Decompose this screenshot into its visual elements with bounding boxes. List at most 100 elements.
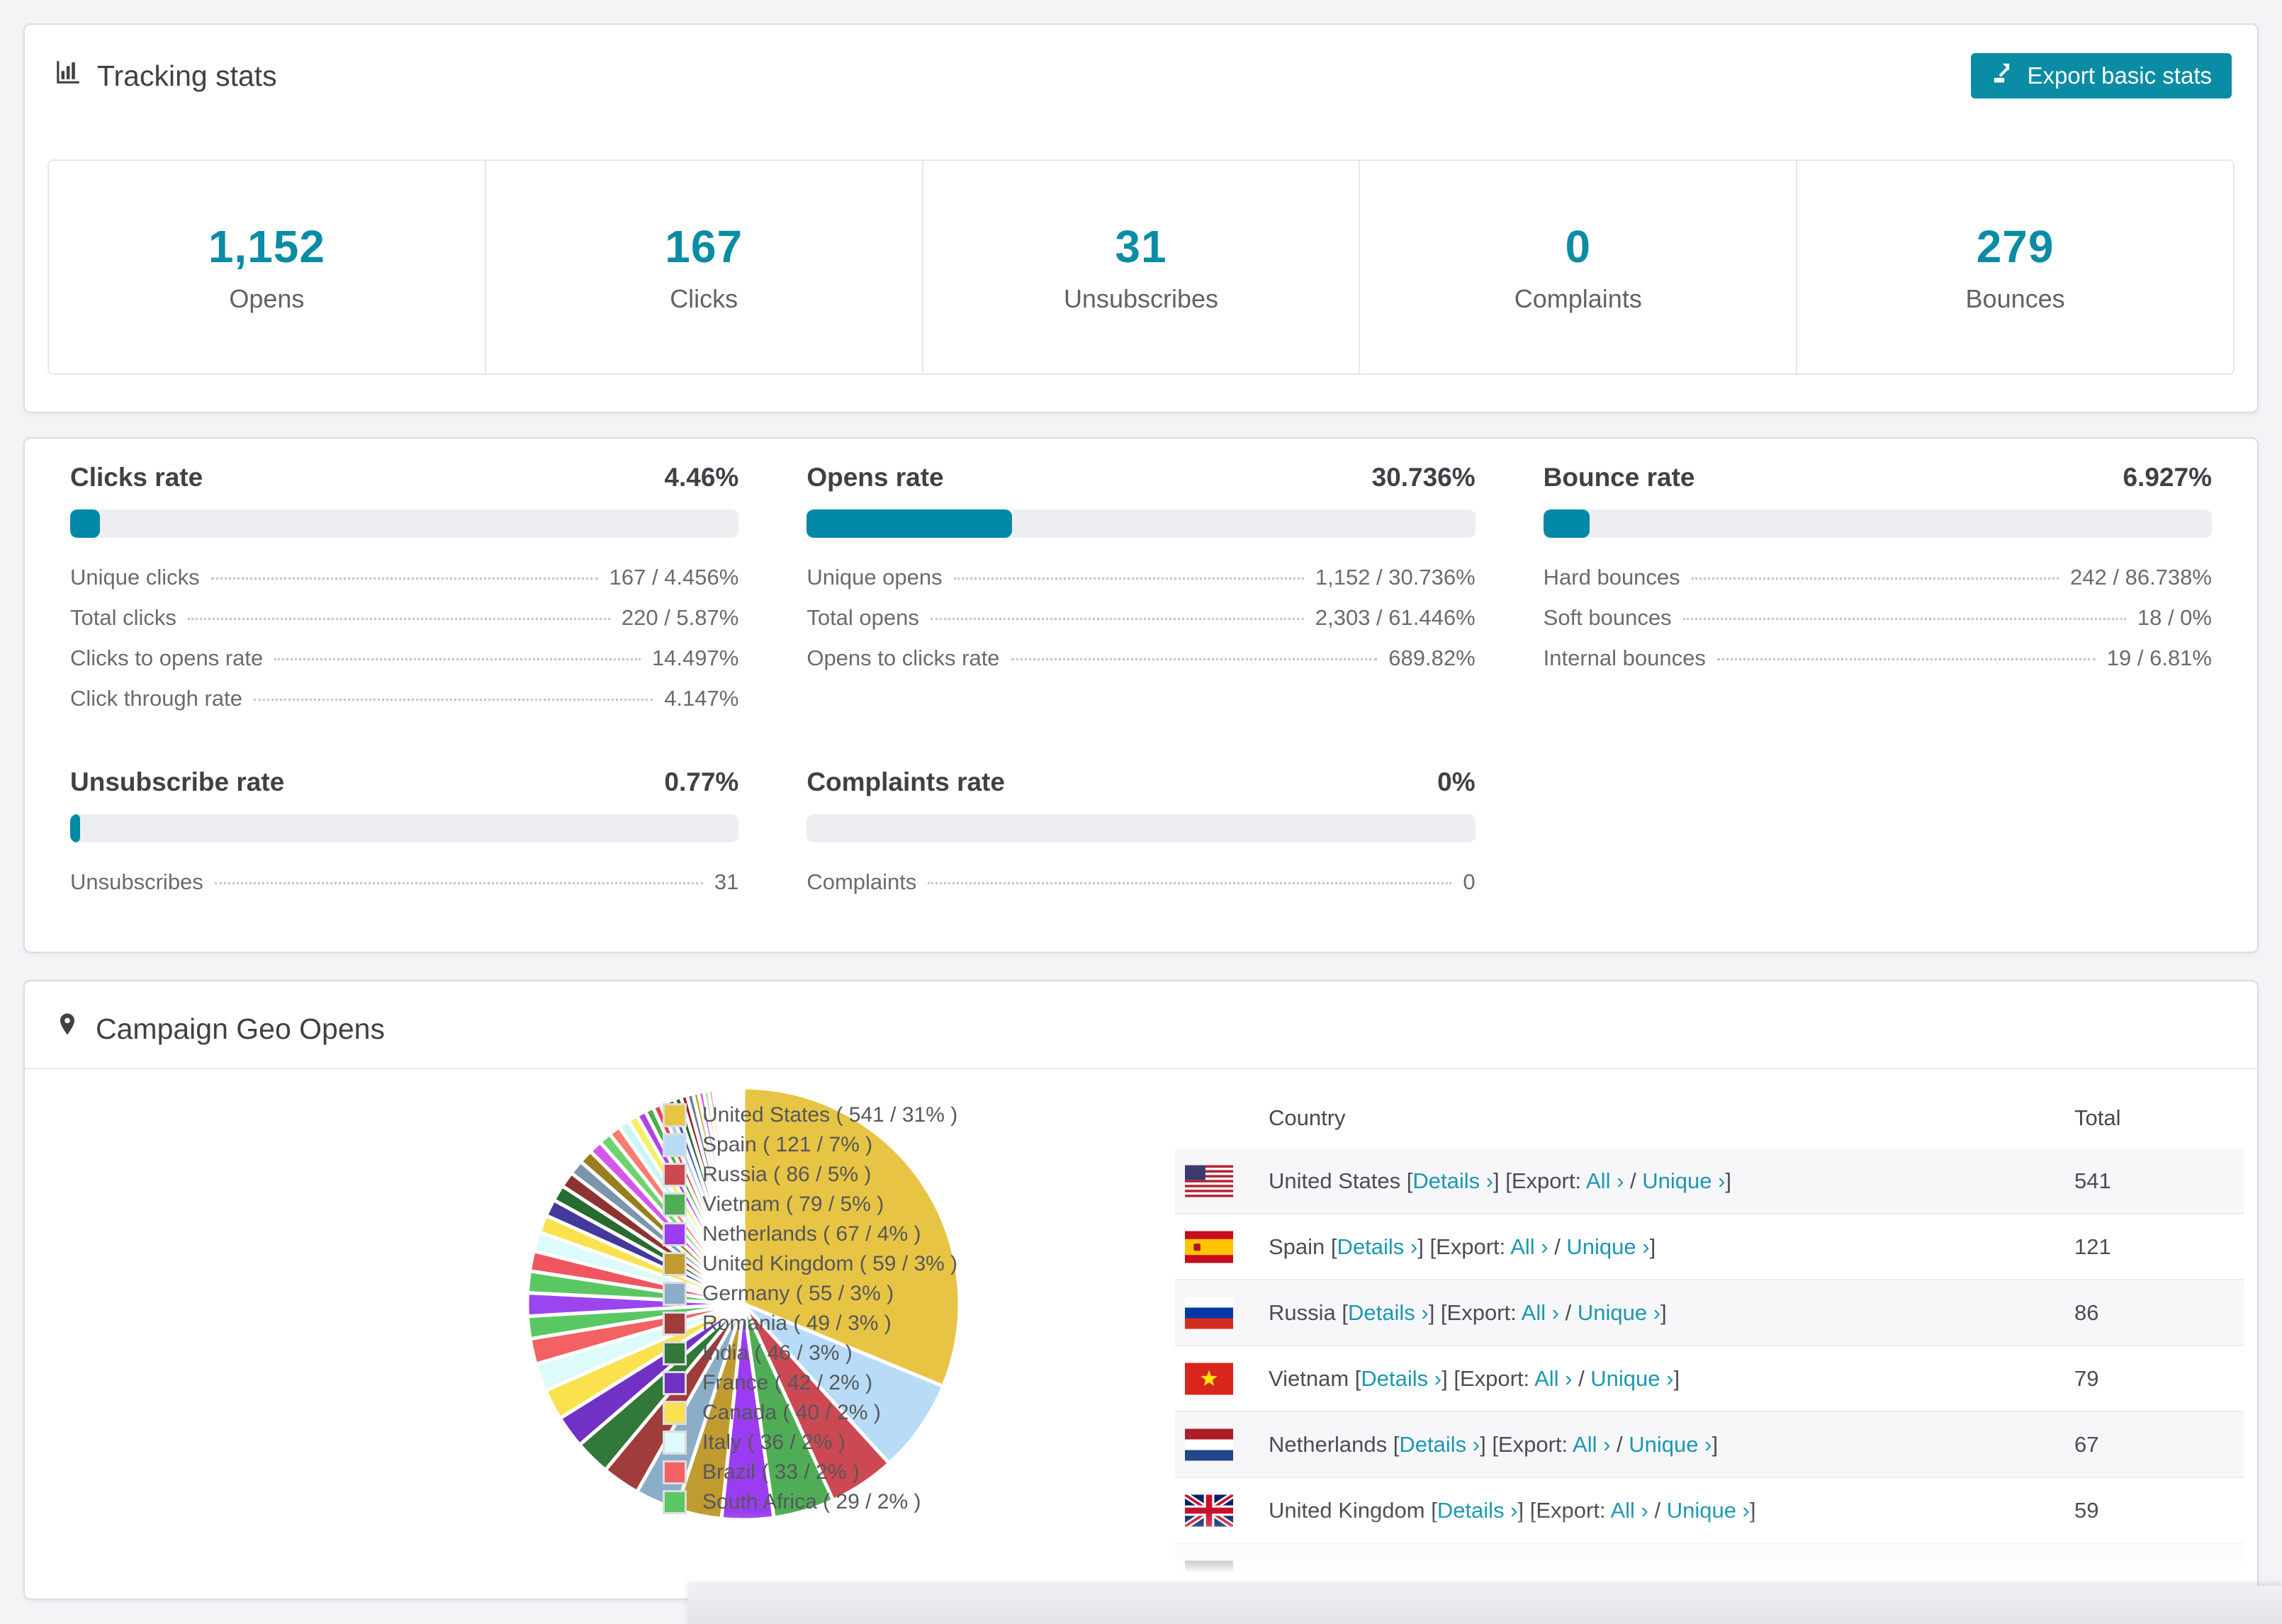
country-total: 67 [2074,1431,2099,1457]
export-all-link[interactable]: All › [1610,1498,1648,1523]
country-total: 79 [2074,1365,2099,1391]
legend-item-india: India ( 46 / 3% ) [663,1338,957,1368]
export-all-link[interactable]: All › [1522,1300,1559,1325]
stat-row-value: 31 [714,869,739,894]
stat-row-label: Soft bounces [1543,605,1672,630]
details-link[interactable]: Details › [1337,1234,1418,1259]
legend-item-france: France ( 42 / 2% ) [663,1368,957,1398]
rate-title: Clicks rate [70,463,203,492]
export-unique-link[interactable]: Unique › [1566,1234,1649,1259]
export-icon [1991,60,2016,91]
summary-stat-opens: 1,152 Opens [49,161,486,373]
details-link[interactable]: Details › [1399,1432,1480,1457]
stat-value: 1,152 [208,221,325,272]
country-total: 541 [2074,1168,2111,1193]
export-basic-stats-button[interactable]: Export basic stats [1970,53,2232,98]
progress-bar-track [806,814,1476,842]
geo-header-divider [25,1068,2257,1069]
table-row-russia: Russia [Details ›] [Export: All › / Uniq… [1175,1280,2244,1346]
stat-row-value: 689.82% [1388,645,1476,670]
export-all-link[interactable]: All › [1510,1234,1548,1259]
stat-row-label: Unique clicks [70,565,200,590]
horizontal-scrollbar[interactable] [687,1586,2282,1624]
country-cell: Spain [Details ›] [Export: All › / Uniqu… [1269,1234,1656,1260]
legend-swatch [663,1192,687,1217]
tracking-stats-header: Tracking stats Export basic stats [25,25,2257,98]
dotted-leader [274,658,641,660]
stat-row-value: 220 / 5.87% [621,605,739,630]
legend-item-russia: Russia ( 86 / 5% ) [663,1160,957,1190]
dotted-leader [253,699,653,701]
legend-label: Canada ( 40 / 2% ) [702,1401,881,1424]
rate-value: 0.77% [664,767,739,796]
ru-flag-icon [1185,1297,1233,1329]
dotted-leader [930,618,1304,620]
dotted-leader [953,577,1304,580]
details-link[interactable]: Details › [1361,1366,1441,1391]
legend-label: Romania ( 49 / 3% ) [702,1312,892,1335]
country-name: United Kingdom [1269,1497,1425,1523]
column-header-total: Total [2074,1105,2121,1130]
bracket: ] [1712,1431,1719,1457]
legend-item-germany: Germany ( 55 / 3% ) [663,1279,957,1309]
legend-label: Russia ( 86 / 5% ) [702,1163,872,1186]
legend-label: United States ( 541 / 31% ) [702,1103,958,1127]
legend-swatch [663,1163,687,1187]
export-unique-link[interactable]: Unique › [1667,1498,1750,1523]
legend-swatch [663,1341,687,1365]
legend-swatch [663,1222,687,1246]
stat-row-value: 242 / 86.738% [2070,565,2212,590]
stat-label: Opens [229,284,305,313]
details-link[interactable]: Details › [1437,1498,1518,1523]
bracket: / [1559,1299,1578,1325]
stat-row-value: 18 / 0% [2137,605,2212,630]
stat-label: Complaints [1514,284,1642,313]
country-total: 59 [2074,1497,2099,1523]
legend-label: Spain ( 121 / 7% ) [702,1133,873,1156]
export-all-link[interactable]: All › [1586,1168,1624,1193]
export-all-link[interactable]: All › [1573,1432,1610,1457]
rate-value: 0% [1437,767,1476,796]
table-row-vietnam: Vietnam [Details ›] [Export: All › / Uni… [1175,1346,2244,1412]
stat-row-opens-to-clicks-rate: Opens to clicks rate 689.82% [806,645,1475,686]
stat-row-clicks-to-opens-rate: Clicks to opens rate 14.497% [70,645,738,686]
legend-swatch [663,1431,687,1455]
export-unique-link[interactable]: Unique › [1590,1366,1673,1391]
stat-row-value: 0 [1463,869,1476,894]
export-unique-link[interactable]: Unique › [1642,1168,1725,1193]
column-header-country: Country [1269,1105,1346,1130]
export-unique-link[interactable]: Unique › [1578,1300,1660,1325]
export-all-link[interactable]: All › [1534,1366,1572,1391]
table-row-united-states: United States [Details ›] [Export: All ›… [1175,1149,2244,1214]
stat-label: Bounces [1965,284,2065,313]
details-link[interactable]: Details › [1348,1300,1429,1325]
gb-flag-icon [1185,1494,1233,1526]
rates-card: Clicks rate 4.46% Unique clicks 167 / 4.456… [23,437,2259,953]
rate-block-complaints-rate: Complaints rate 0% Complaints 0 [806,767,1476,910]
legend-swatch [663,1371,687,1395]
dotted-leader [928,882,1452,884]
legend-label: South Africa ( 29 / 2% ) [702,1490,921,1513]
dotted-leader [214,882,703,884]
summary-stats-band: 1,152 Opens 167 Clicks 31 Unsubscribes 0 Compla… [47,159,2235,375]
country-cell: United States [Details ›] [Export: All ›… [1269,1168,1731,1194]
stat-row-unsubscribes: Unsubscribes 31 [70,869,738,910]
progress-bar-fill [70,814,80,842]
country-total: 86 [2074,1299,2099,1325]
stat-row-value: 2,303 / 61.446% [1315,605,1476,630]
details-link[interactable]: Details › [1412,1168,1493,1193]
stat-row-click-through-rate: Click through rate 4.147% [70,686,738,726]
stat-row-hard-bounces: Hard bounces 242 / 86.738% [1544,565,2212,605]
bracket: ] [1660,1299,1667,1325]
rate-title: Bounce rate [1543,463,1695,492]
dotted-leader [210,577,598,580]
tracking-stats-card: Tracking stats Export basic stats 1,152 O… [23,23,2259,413]
stat-row-value: 4.147% [664,686,739,711]
legend-item-italy: Italy ( 36 / 2% ) [663,1428,957,1457]
stat-label: Clicks [670,284,738,313]
summary-stat-unsubscribes: 31 Unsubscribes [923,161,1361,373]
export-unique-link[interactable]: Unique › [1629,1432,1712,1457]
stat-row-value: 167 / 4.456% [609,565,739,590]
country-total: 121 [2074,1234,2111,1259]
bracket: [ [1387,1431,1400,1457]
